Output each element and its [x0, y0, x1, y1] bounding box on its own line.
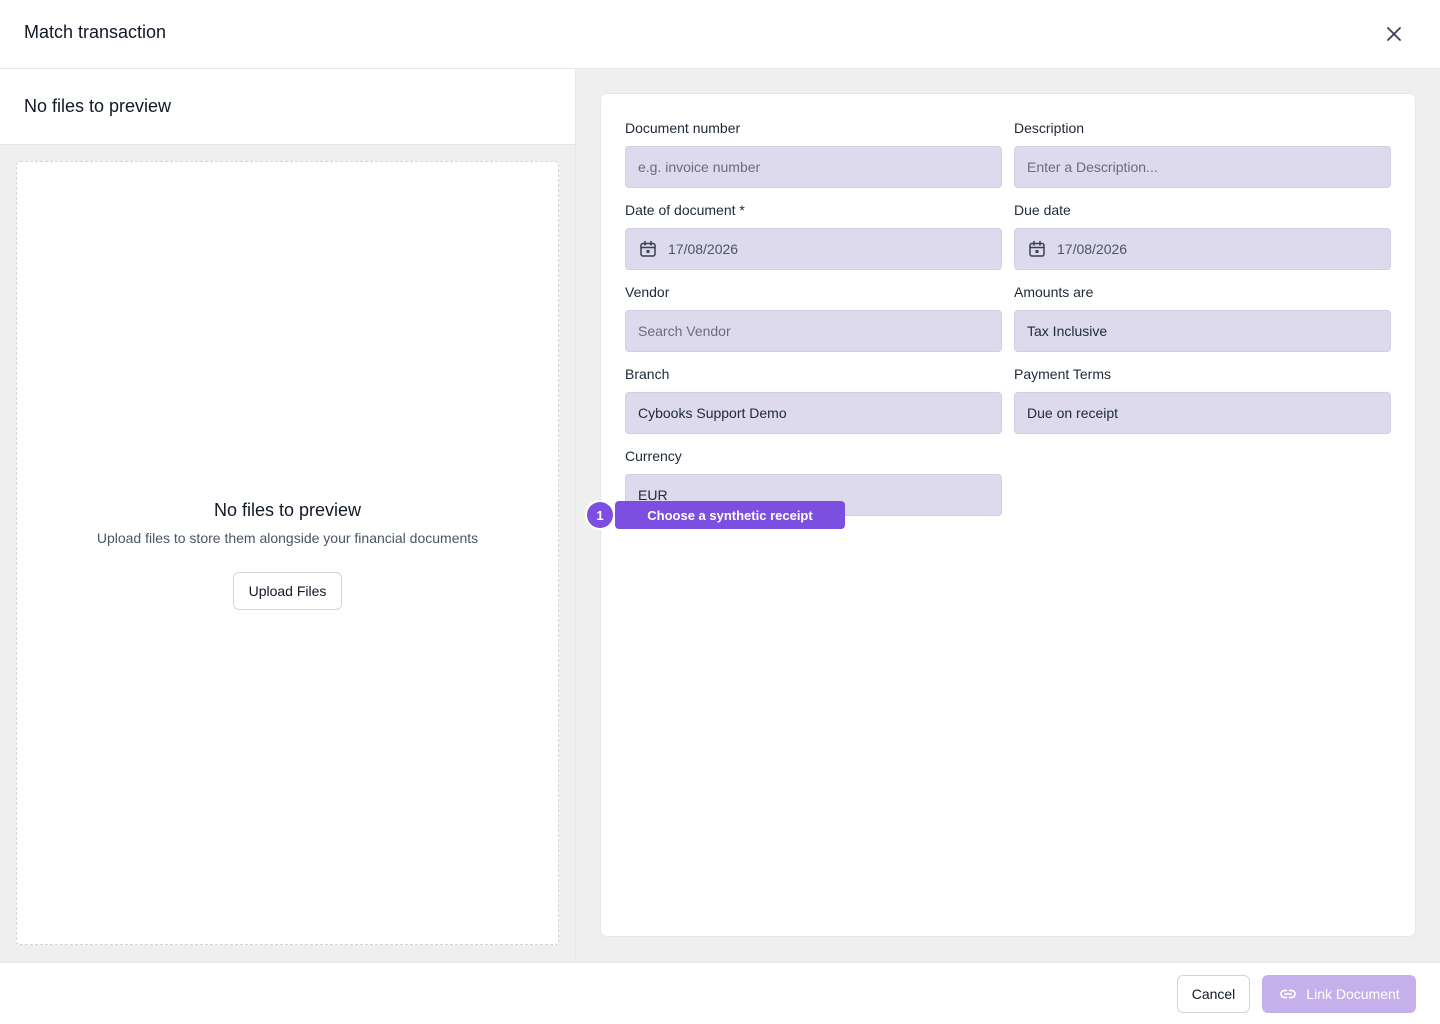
currency-label: Currency — [625, 448, 682, 464]
description-field: Description Enter a Description... — [1014, 118, 1391, 188]
link-document-label: Link Document — [1306, 986, 1400, 1002]
upload-files-button[interactable]: Upload Files — [233, 572, 342, 610]
description-input[interactable]: Enter a Description... — [1014, 146, 1391, 188]
date-of-document-label: Date of document * — [625, 202, 745, 218]
calendar-icon — [638, 239, 658, 259]
vendor-label: Vendor — [625, 284, 670, 300]
amounts-are-field: Amounts are Tax Inclusive — [1014, 282, 1391, 352]
description-placeholder: Enter a Description... — [1027, 159, 1158, 175]
modal-title: Match transaction — [24, 22, 167, 42]
document-number-label: Document number — [625, 120, 741, 136]
link-icon — [1280, 989, 1297, 999]
close-button[interactable] — [1380, 20, 1408, 48]
cancel-button[interactable]: Cancel — [1177, 975, 1250, 1013]
date-of-document-field: Date of document * 17/08/2026 — [625, 200, 1002, 270]
due-date-label: Due date — [1014, 202, 1071, 218]
document-number-input[interactable]: e.g. invoice number — [625, 146, 1002, 188]
calendar-icon — [1027, 239, 1047, 259]
vendor-placeholder: Search Vendor — [638, 323, 731, 339]
description-label: Description — [1014, 120, 1085, 136]
document-number-field: Document number e.g. invoice number — [625, 118, 1002, 188]
date-of-document-value: 17/08/2026 — [668, 241, 739, 257]
amounts-are-label: Amounts are — [1014, 284, 1094, 300]
amounts-are-value: Tax Inclusive — [1027, 323, 1108, 339]
branch-label: Branch — [625, 366, 670, 382]
vendor-field: Vendor Search Vendor — [625, 282, 1002, 352]
branch-field: Branch Cybooks Support Demo — [625, 364, 1002, 434]
due-date-input[interactable]: 17/08/2026 — [1014, 228, 1391, 270]
preview-title: No files to preview — [24, 96, 172, 116]
modal-header: Match transaction — [0, 0, 1440, 69]
tour-step-badge[interactable]: 1 — [587, 502, 613, 528]
payment-terms-field: Payment Terms Due on receipt — [1014, 364, 1391, 434]
file-preview-pane: No files to preview No files to preview … — [0, 69, 576, 962]
date-of-document-input[interactable]: 17/08/2026 — [625, 228, 1002, 270]
document-number-placeholder: e.g. invoice number — [638, 159, 761, 175]
branch-value: Cybooks Support Demo — [638, 405, 787, 421]
payment-terms-value: Due on receipt — [1027, 405, 1119, 421]
due-date-field: Due date 17/08/2026 — [1014, 200, 1391, 270]
empty-state-subtitle: Upload files to store them alongside you… — [96, 530, 479, 546]
empty-state-title: No files to preview — [213, 500, 362, 520]
file-dropzone[interactable]: No files to preview Upload files to stor… — [16, 161, 559, 945]
modal-footer: Cancel Link Document — [0, 962, 1440, 1024]
vendor-search-input[interactable]: Search Vendor — [625, 310, 1002, 352]
tour-step-label[interactable]: Choose a synthetic receipt — [615, 501, 845, 529]
due-date-value: 17/08/2026 — [1057, 241, 1128, 257]
payment-terms-select[interactable]: Due on receipt — [1014, 392, 1391, 434]
amounts-are-select[interactable]: Tax Inclusive — [1014, 310, 1391, 352]
close-icon — [1387, 27, 1401, 41]
link-document-button[interactable]: Link Document — [1262, 975, 1416, 1013]
payment-terms-label: Payment Terms — [1014, 366, 1111, 382]
branch-select[interactable]: Cybooks Support Demo — [625, 392, 1002, 434]
preview-header: No files to preview — [0, 69, 575, 145]
